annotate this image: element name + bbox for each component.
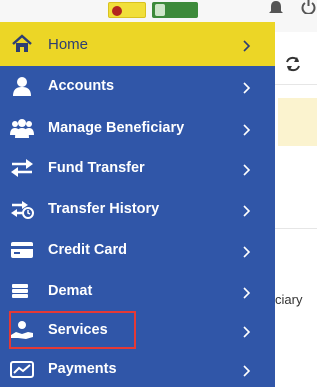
menu-item-label: Credit Card <box>48 242 127 258</box>
menu-item-fund-transfer[interactable]: Fund Transfer <box>0 148 275 188</box>
chevron-right-icon <box>243 365 251 377</box>
bell-icon[interactable] <box>266 0 286 16</box>
background-partial-text: ciary <box>275 292 303 307</box>
power-icon[interactable] <box>300 0 317 14</box>
background-card <box>278 98 317 146</box>
menu-item-accounts[interactable]: Accounts <box>0 66 275 106</box>
menu-item-manage-beneficiary[interactable]: Manage Beneficiary <box>0 108 275 148</box>
payments-icon <box>10 361 34 378</box>
background-page <box>275 32 317 387</box>
user-icon <box>13 77 31 96</box>
menu-item-demat[interactable]: Demat <box>0 271 275 311</box>
stack-icon <box>12 284 28 298</box>
chevron-right-icon <box>243 287 251 299</box>
divider <box>275 228 317 229</box>
menu-item-credit-card[interactable]: Credit Card <box>0 230 275 270</box>
divider <box>275 84 317 85</box>
menu-item-home[interactable]: Home <box>0 22 275 66</box>
transfer-arrows-icon <box>11 159 33 177</box>
menu-item-label: Manage Beneficiary <box>48 120 185 136</box>
home-icon <box>12 34 32 52</box>
chevron-right-icon <box>243 326 251 338</box>
menu-item-label: Home <box>48 36 89 53</box>
highlight-box <box>9 311 136 349</box>
bank-logo <box>108 2 146 18</box>
chevron-right-icon <box>243 205 251 217</box>
menu-item-payments[interactable]: Payments <box>0 349 275 389</box>
menu-item-transfer-history[interactable]: Transfer History <box>0 189 275 229</box>
history-transfer-icon <box>11 201 34 219</box>
partner-logo <box>152 2 198 18</box>
chevron-right-icon <box>243 124 251 136</box>
menu-item-label: Demat <box>48 283 93 299</box>
menu-item-label: Payments <box>48 361 117 377</box>
menu-item-label: Accounts <box>48 78 115 94</box>
menu-item-label: Fund Transfer <box>48 160 145 176</box>
refresh-icon[interactable] <box>284 55 302 73</box>
chevron-right-icon <box>243 82 251 94</box>
menu-item-label: Transfer History <box>48 201 160 217</box>
chevron-right-icon <box>243 164 251 176</box>
chevron-right-icon <box>243 40 251 52</box>
chevron-right-icon <box>243 246 251 258</box>
users-icon <box>10 119 34 138</box>
credit-card-icon <box>11 242 33 258</box>
